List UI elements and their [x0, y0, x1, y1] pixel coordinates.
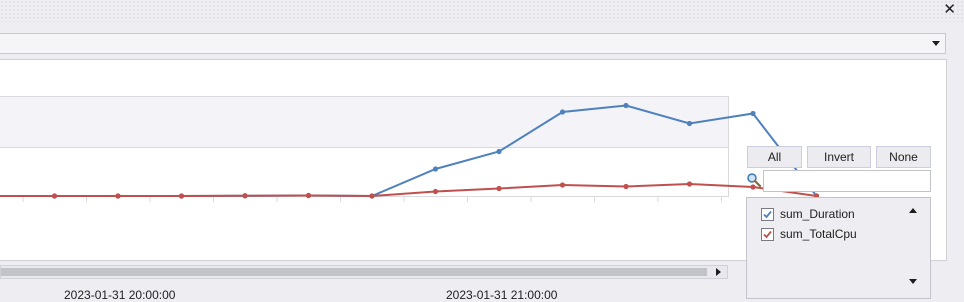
data-point-sum_Duration[interactable]	[686, 120, 693, 127]
window-title-bar: ✕	[0, 0, 964, 22]
series-list: sum_Duration sum_TotalCpu	[746, 197, 931, 299]
series-filter-input[interactable]	[763, 170, 931, 192]
data-point-sum_TotalCpu[interactable]	[178, 193, 185, 199]
scrollbar-thumb[interactable]	[1, 268, 707, 276]
data-point-sum_TotalCpu[interactable]	[369, 193, 375, 199]
checkbox-checked-icon[interactable]	[761, 207, 774, 221]
scroll-right-icon[interactable]	[716, 268, 721, 276]
data-point-sum_Duration[interactable]	[432, 166, 439, 172]
data-point-sum_TotalCpu[interactable]	[559, 182, 566, 188]
data-point-sum_Duration[interactable]	[750, 110, 756, 117]
series-dropdown[interactable]	[0, 33, 946, 54]
data-point-sum_TotalCpu[interactable]	[115, 193, 121, 199]
select-none-button[interactable]: None	[876, 146, 931, 168]
plot-band	[0, 96, 729, 147]
chart-horizontal-scrollbar[interactable]	[0, 265, 728, 279]
series-label: sum_TotalCpu	[780, 227, 857, 241]
data-point-sum_Duration[interactable]	[623, 102, 629, 109]
search-icon	[747, 173, 762, 188]
checkbox-checked-icon[interactable]	[761, 227, 774, 241]
select-all-button[interactable]: All	[747, 146, 802, 168]
x-tick-label: 2023-01-31 20:00:00	[64, 288, 176, 302]
data-point-sum_TotalCpu[interactable]	[686, 181, 693, 187]
data-point-sum_TotalCpu[interactable]	[51, 193, 58, 199]
data-point-sum_Duration[interactable]	[559, 109, 566, 115]
chevron-down-icon[interactable]	[932, 41, 940, 46]
chart-panel: 2023-01-31 20:00:00 2023-01-31 21:00:00 …	[0, 59, 947, 302]
x-tick-label: 2023-01-31 21:00:00	[446, 288, 558, 302]
series-label: sum_Duration	[780, 207, 855, 221]
series-line-sum_TotalCpu	[0, 182, 817, 198]
series-item-sum-totalcpu[interactable]: sum_TotalCpu	[761, 226, 857, 242]
data-point-sum_TotalCpu[interactable]	[305, 192, 312, 199]
data-point-sum_TotalCpu[interactable]	[242, 193, 248, 199]
invert-selection-button[interactable]: Invert	[807, 146, 871, 168]
data-point-sum_TotalCpu[interactable]	[496, 185, 502, 192]
data-point-sum_TotalCpu[interactable]	[432, 188, 439, 195]
scroll-down-icon[interactable]	[909, 279, 917, 284]
data-point-sum_Duration[interactable]	[496, 148, 502, 155]
series-item-sum-duration[interactable]: sum_Duration	[761, 206, 855, 222]
data-point-sum_TotalCpu[interactable]	[623, 183, 629, 190]
close-window-icon[interactable]: ✕	[943, 1, 956, 19]
scroll-up-icon[interactable]	[909, 208, 917, 213]
